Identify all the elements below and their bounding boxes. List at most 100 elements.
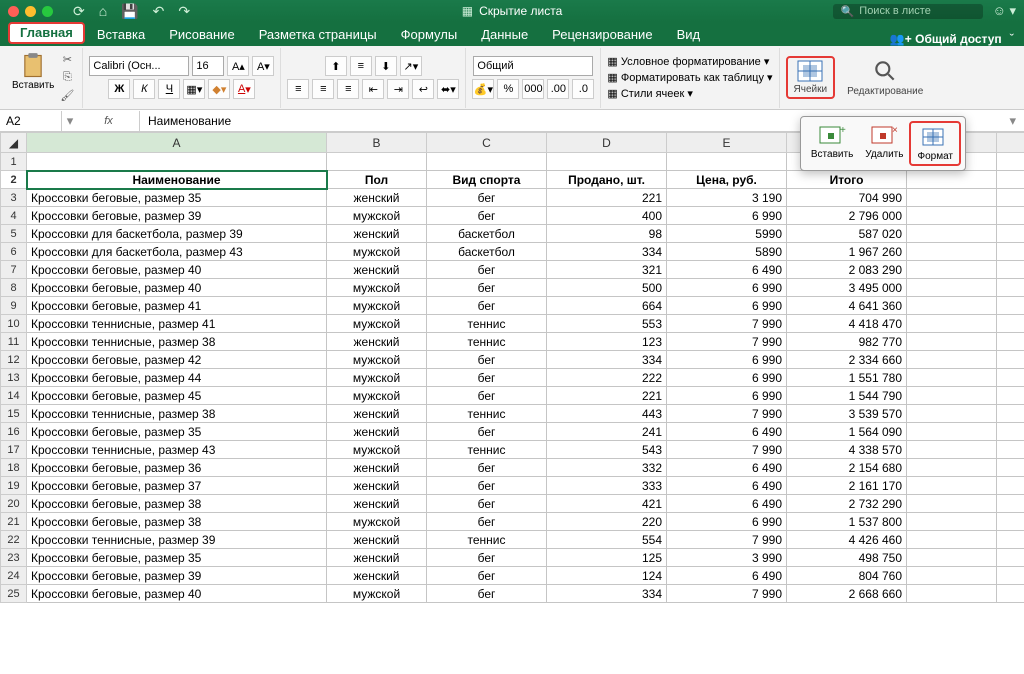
cell[interactable]: бег (427, 207, 547, 225)
cell[interactable]: женский (327, 189, 427, 207)
cell[interactable]: 7 990 (667, 405, 787, 423)
wrap-text-icon[interactable]: ↩ (412, 79, 434, 99)
cell[interactable]: мужской (327, 297, 427, 315)
cell[interactable]: женский (327, 495, 427, 513)
table-row[interactable]: 18Кроссовки беговые, размер 36женскийбег… (1, 459, 1024, 477)
cell[interactable]: 241 (547, 423, 667, 441)
cell[interactable]: 6 490 (667, 495, 787, 513)
cell[interactable]: 321 (547, 261, 667, 279)
cell[interactable]: бег (427, 261, 547, 279)
cell[interactable]: теннис (427, 315, 547, 333)
table-row[interactable]: 22Кроссовки теннисные, размер 39женскийт… (1, 531, 1024, 549)
cell[interactable]: Кроссовки беговые, размер 40 (27, 261, 327, 279)
cell[interactable]: Кроссовки беговые, размер 40 (27, 585, 327, 603)
cell[interactable]: бег (427, 297, 547, 315)
cell[interactable]: 421 (547, 495, 667, 513)
cell[interactable]: мужской (327, 387, 427, 405)
merge-icon[interactable]: ⬌▾ (437, 79, 459, 99)
cell[interactable]: 124 (547, 567, 667, 585)
underline-button[interactable]: Ч (158, 79, 180, 99)
cell[interactable]: бег (427, 369, 547, 387)
conditional-formatting-button[interactable]: ▦ Условное форматирование ▾ (607, 55, 769, 68)
table-row[interactable]: 11Кроссовки теннисные, размер 38женскийт… (1, 333, 1024, 351)
tab-review[interactable]: Рецензирование (540, 24, 664, 46)
cell[interactable]: теннис (427, 333, 547, 351)
cell[interactable]: мужской (327, 351, 427, 369)
cell[interactable]: 400 (547, 207, 667, 225)
cell[interactable]: 498 750 (787, 549, 907, 567)
cell[interactable]: Кроссовки теннисные, размер 38 (27, 333, 327, 351)
cell[interactable]: Кроссовки беговые, размер 36 (27, 459, 327, 477)
cell[interactable]: Кроссовки беговые, размер 40 (27, 279, 327, 297)
cell[interactable]: 553 (547, 315, 667, 333)
cell[interactable]: 6 990 (667, 297, 787, 315)
cell[interactable]: женский (327, 549, 427, 567)
cell[interactable]: 664 (547, 297, 667, 315)
format-painter-icon[interactable]: 🖌 (58, 88, 76, 104)
expand-formula-bar-icon[interactable]: ▾ (1001, 113, 1024, 129)
cell[interactable]: Кроссовки беговые, размер 35 (27, 189, 327, 207)
cell[interactable]: Кроссовки для баскетбола, размер 43 (27, 243, 327, 261)
font-color-button[interactable]: A▾ (233, 79, 255, 99)
cell[interactable]: Кроссовки беговые, размер 42 (27, 351, 327, 369)
cell[interactable]: 334 (547, 585, 667, 603)
cell[interactable]: женский (327, 477, 427, 495)
table-row[interactable]: 9Кроссовки беговые, размер 41мужскойбег6… (1, 297, 1024, 315)
cell[interactable]: 4 418 470 (787, 315, 907, 333)
cell[interactable]: Кроссовки теннисные, размер 43 (27, 441, 327, 459)
cell[interactable]: 98 (547, 225, 667, 243)
cell[interactable]: 6 990 (667, 369, 787, 387)
table-row[interactable]: 6Кроссовки для баскетбола, размер 43мужс… (1, 243, 1024, 261)
cell[interactable]: бег (427, 423, 547, 441)
tab-insert[interactable]: Вставка (85, 24, 157, 46)
cell[interactable]: 6 490 (667, 261, 787, 279)
cell[interactable]: Кроссовки беговые, размер 44 (27, 369, 327, 387)
cell[interactable]: 7 990 (667, 531, 787, 549)
font-size-select[interactable] (192, 56, 224, 76)
undo-icon[interactable]: ↶ (153, 3, 165, 20)
fx-icon[interactable]: fx (104, 115, 113, 127)
cell[interactable]: 5990 (667, 225, 787, 243)
table-row[interactable]: 13Кроссовки беговые, размер 44мужскойбег… (1, 369, 1024, 387)
user-icon[interactable]: ☺ ▾ (993, 3, 1016, 19)
cell[interactable]: теннис (427, 405, 547, 423)
cell-styles-button[interactable]: ▦ Стили ячеек ▾ (607, 87, 693, 100)
cell[interactable]: 3 990 (667, 549, 787, 567)
cell[interactable]: бег (427, 513, 547, 531)
cell[interactable]: баскетбол (427, 225, 547, 243)
align-center-icon[interactable]: ≡ (312, 79, 334, 99)
cell[interactable]: 333 (547, 477, 667, 495)
cell[interactable]: мужской (327, 207, 427, 225)
decrease-font-icon[interactable]: A▾ (252, 56, 274, 76)
format-as-table-button[interactable]: ▦ Форматировать как таблицу ▾ (607, 71, 772, 84)
cell[interactable]: мужской (327, 513, 427, 531)
align-bottom-icon[interactable]: ⬇ (375, 56, 397, 76)
cell[interactable]: Кроссовки беговые, размер 39 (27, 207, 327, 225)
cell[interactable]: баскетбол (427, 243, 547, 261)
fill-color-button[interactable]: ◆▾ (208, 79, 230, 99)
cell[interactable]: женский (327, 459, 427, 477)
cell[interactable]: теннис (427, 531, 547, 549)
table-row[interactable]: 15Кроссовки теннисные, размер 38женскийт… (1, 405, 1024, 423)
minimize-window[interactable] (25, 6, 36, 17)
col-header-D[interactable]: D (547, 133, 667, 153)
cell[interactable]: бег (427, 387, 547, 405)
align-top-icon[interactable]: ⬆ (325, 56, 347, 76)
cell[interactable]: 3 495 000 (787, 279, 907, 297)
currency-icon[interactable]: 💰▾ (472, 79, 494, 99)
cell[interactable]: 5890 (667, 243, 787, 261)
cell[interactable]: 704 990 (787, 189, 907, 207)
cell[interactable]: Кроссовки беговые, размер 38 (27, 495, 327, 513)
cell[interactable]: Кроссовки беговые, размер 35 (27, 423, 327, 441)
table-row[interactable]: 14Кроссовки беговые, размер 45мужскойбег… (1, 387, 1024, 405)
cell[interactable]: 7 990 (667, 333, 787, 351)
name-box-dropdown-icon[interactable]: ▾ (62, 113, 78, 129)
cell[interactable]: 3 190 (667, 189, 787, 207)
table-row[interactable]: 3Кроссовки беговые, размер 35женскийбег2… (1, 189, 1024, 207)
cell[interactable]: 1 544 790 (787, 387, 907, 405)
autosave-icon[interactable]: ⟳ (73, 3, 85, 20)
cell[interactable]: 2 668 660 (787, 585, 907, 603)
bold-button[interactable]: Ж (108, 79, 130, 99)
cell[interactable]: женский (327, 405, 427, 423)
cell[interactable]: 2 154 680 (787, 459, 907, 477)
